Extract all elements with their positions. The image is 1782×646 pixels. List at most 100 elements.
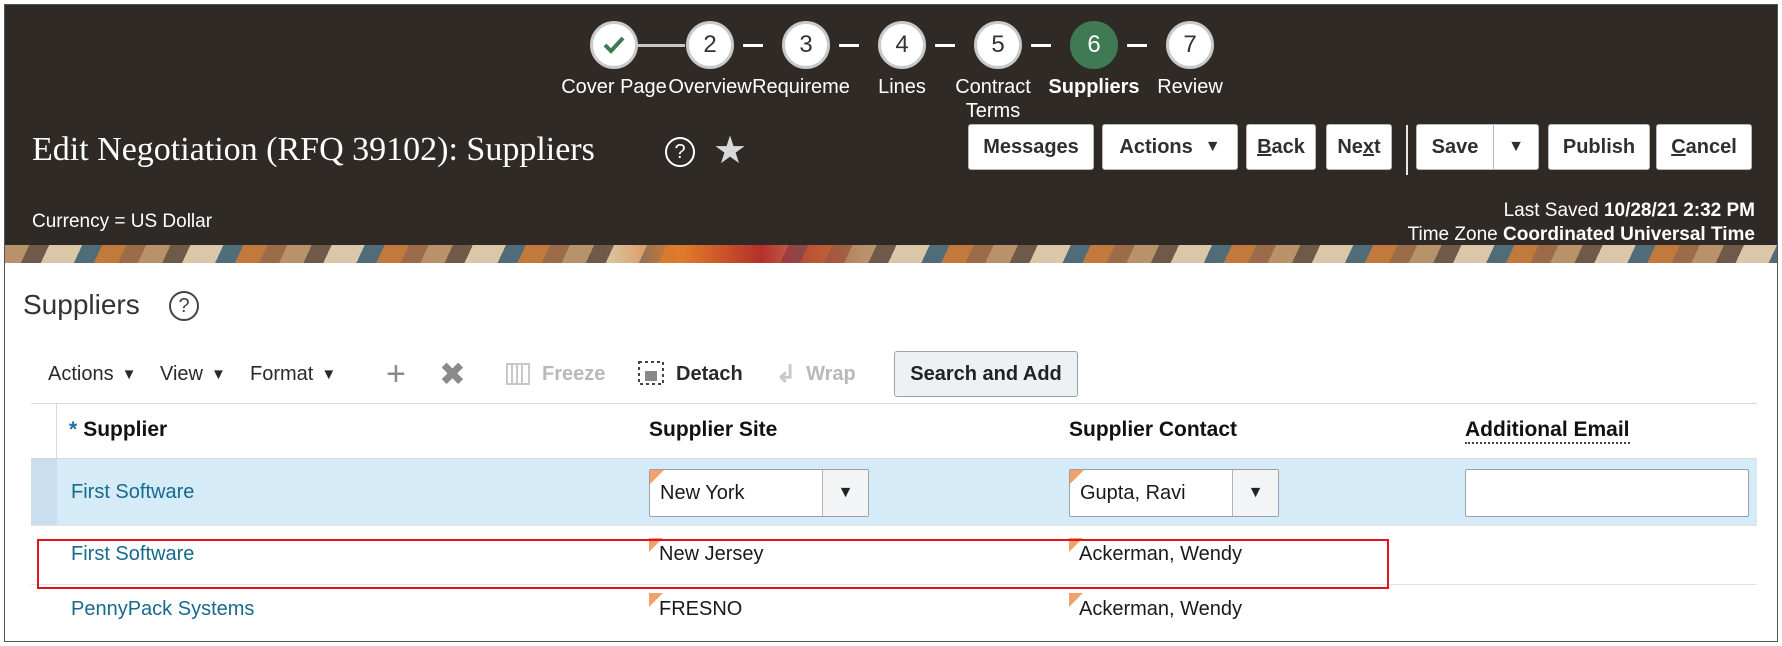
train-connector: [743, 44, 763, 47]
train-label-requirements[interactable]: Requireme: [751, 75, 851, 99]
actions-menu-button[interactable]: Actions ▼: [1102, 124, 1238, 170]
additional-email-input[interactable]: [1465, 469, 1749, 517]
wrap-icon: ↲: [776, 360, 797, 388]
chevron-down-icon: ▼: [321, 365, 337, 383]
publish-label: Publish: [1562, 135, 1636, 158]
column-header-label: Supplier: [83, 418, 168, 441]
save-menu-button[interactable]: ▼: [1493, 124, 1539, 170]
wrap-button[interactable]: ↲ Wrap: [776, 359, 856, 389]
publish-button[interactable]: Publish: [1548, 124, 1650, 170]
actions-menu-label: Actions: [48, 362, 114, 385]
chevron-down-icon[interactable]: ▼: [1232, 470, 1278, 516]
train-stop-overview[interactable]: 2: [686, 21, 734, 69]
detach-label: Detach: [676, 362, 743, 385]
train-stop-lines[interactable]: 4: [878, 21, 926, 69]
supplier-link[interactable]: First Software: [71, 481, 194, 504]
last-saved-label: Last Saved: [1503, 200, 1599, 221]
train-stop-suppliers[interactable]: 6: [1070, 21, 1118, 69]
time-zone-value: Coordinated Universal Time: [1503, 224, 1755, 245]
train-stop-number: 6: [1087, 31, 1101, 58]
train-stop-cover-page[interactable]: [590, 21, 638, 69]
table-row[interactable]: First Software New York ▼ Gupta, Ravi ▼: [31, 459, 1757, 526]
cancel-label: ancel: [1685, 135, 1737, 158]
chevron-down-icon: ▼: [121, 365, 137, 383]
back-mnemonic: B: [1257, 135, 1272, 158]
train-connector: [1031, 44, 1051, 47]
train-label-overview[interactable]: Overview: [655, 75, 765, 99]
process-train: Cover Page 2 Overview 3 Requireme 4 Line…: [5, 5, 1777, 125]
train-connector: [935, 44, 955, 47]
train-label-contract-terms[interactable]: Contract Terms: [943, 75, 1043, 123]
train-stop-number: 5: [991, 31, 1005, 58]
next-mnemonic: x: [1362, 135, 1375, 158]
format-menu[interactable]: Format ▼: [250, 359, 336, 389]
next-label-end: t: [1374, 135, 1381, 158]
next-button[interactable]: Ne x t: [1326, 124, 1392, 170]
help-icon[interactable]: ?: [169, 291, 199, 321]
table-row[interactable]: PennyPack Systems FRESNO Ackerman, Wendy: [31, 585, 1757, 639]
detach-icon: [638, 361, 664, 385]
train-label-cover-page[interactable]: Cover Page: [559, 75, 669, 99]
table-header: * Supplier Supplier Site Supplier Contact…: [31, 403, 1757, 459]
help-icon[interactable]: ?: [665, 137, 695, 167]
chevron-down-icon: ▼: [1204, 138, 1221, 155]
messages-button[interactable]: Messages: [968, 124, 1094, 170]
section-title: Suppliers: [23, 289, 140, 320]
supplier-contact-select[interactable]: Gupta, Ravi ▼: [1069, 469, 1279, 517]
detach-button[interactable]: Detach: [638, 359, 743, 389]
train-connector: [1127, 44, 1147, 47]
train-label-review[interactable]: Review: [1135, 75, 1245, 99]
column-header-supplier[interactable]: * Supplier: [69, 418, 167, 442]
format-menu-label: Format: [250, 362, 314, 385]
column-header-additional-email[interactable]: Additional Email: [1465, 418, 1630, 444]
freeze-icon: [506, 363, 530, 385]
row-highlight-annotation: [37, 539, 1389, 589]
page-header: Cover Page 2 Overview 3 Requireme 4 Line…: [5, 5, 1777, 263]
delete-row-icon[interactable]: ✖: [439, 357, 466, 391]
back-button[interactable]: Back: [1246, 124, 1316, 170]
train-stop-requirements[interactable]: 3: [782, 21, 830, 69]
supplier-contact-value: Gupta, Ravi: [1080, 482, 1186, 504]
required-marker: *: [69, 418, 78, 441]
train-label-suppliers[interactable]: Suppliers: [1039, 75, 1149, 99]
chevron-down-icon: ▼: [1508, 138, 1524, 155]
train-stop-number: 4: [895, 31, 909, 58]
train-label-lines[interactable]: Lines: [847, 75, 957, 99]
train-stop-number: 3: [799, 31, 813, 58]
column-header-supplier-contact[interactable]: Supplier Contact: [1069, 418, 1237, 442]
last-saved-value: 10/28/21 2:32 PM: [1603, 200, 1755, 221]
save-button[interactable]: Save: [1416, 124, 1494, 170]
search-and-add-button[interactable]: Search and Add: [894, 351, 1078, 397]
currency-text: Currency = US Dollar: [32, 211, 213, 232]
supplier-site-value: FRESNO: [659, 598, 743, 620]
supplier-link[interactable]: PennyPack Systems: [71, 598, 254, 621]
freeze-button[interactable]: Freeze: [506, 359, 605, 389]
train-stop-contract-terms[interactable]: 5: [974, 21, 1022, 69]
last-saved-line: Last Saved 10/28/21 2:32 PM: [1408, 199, 1755, 223]
supplier-contact-value: Ackerman, Wendy: [1079, 598, 1243, 620]
cancel-button[interactable]: Cancel: [1656, 124, 1752, 170]
wrap-label: Wrap: [806, 362, 856, 385]
column-header-supplier-site[interactable]: Supplier Site: [649, 418, 777, 442]
app-window: Cover Page 2 Overview 3 Requireme 4 Line…: [4, 4, 1778, 642]
messages-label: Messages: [983, 135, 1079, 158]
view-menu[interactable]: View ▼: [160, 359, 226, 389]
favorite-star-icon[interactable]: ★: [713, 131, 747, 171]
chevron-down-icon: ▼: [211, 365, 226, 383]
supplier-site-value: New York: [660, 482, 745, 504]
chevron-down-icon[interactable]: ▼: [822, 470, 868, 516]
train-connector: [635, 44, 685, 47]
cancel-mnemonic: C: [1671, 135, 1686, 158]
supplier-site-select[interactable]: New York ▼: [649, 469, 869, 517]
actions-menu[interactable]: Actions ▼: [48, 359, 136, 389]
add-row-icon[interactable]: +: [386, 357, 406, 391]
train-stop-number: 7: [1183, 31, 1197, 58]
save-status: Last Saved 10/28/21 2:32 PM Time Zone Co…: [1408, 199, 1755, 247]
row-selector[interactable]: [31, 459, 57, 525]
actions-label: Actions: [1119, 135, 1193, 158]
page-title: Edit Negotiation (RFQ 39102): Suppliers: [32, 131, 595, 168]
time-zone-line: Time Zone Coordinated Universal Time: [1408, 223, 1755, 247]
freeze-label: Freeze: [542, 362, 606, 385]
train-stop-review[interactable]: 7: [1166, 21, 1214, 69]
row-selector-column: [31, 404, 57, 459]
